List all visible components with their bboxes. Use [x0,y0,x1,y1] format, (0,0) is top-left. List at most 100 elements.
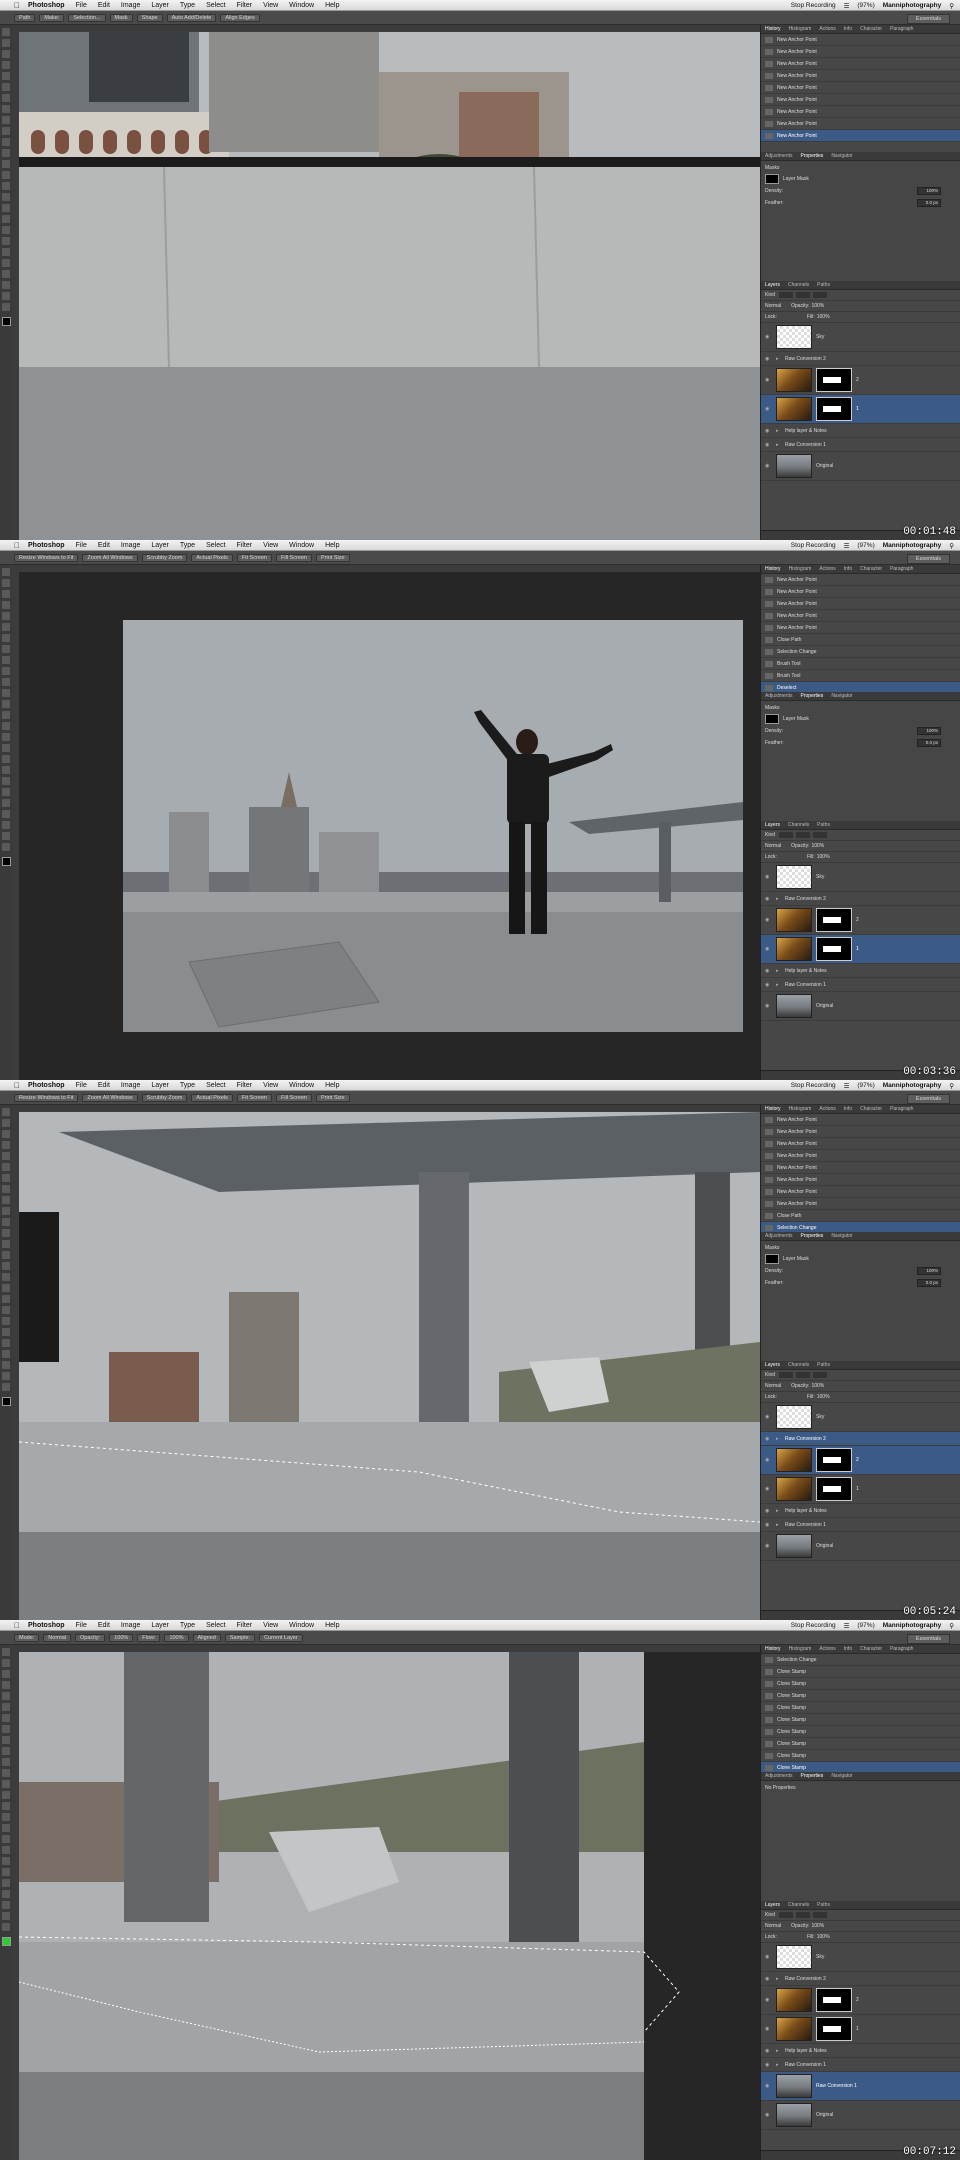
tool-icon[interactable] [2,1141,10,1149]
layer-row[interactable]: ◉ Sky [761,863,960,892]
visibility-eye-icon[interactable]: ◉ [765,1997,771,2003]
density-field[interactable]: 100% [917,187,941,195]
menu-image[interactable]: Image [121,542,140,549]
menu-photoshop[interactable]: Photoshop [28,1622,65,1629]
tool-icon[interactable] [2,248,10,256]
history-step[interactable]: New Anchor Point [761,1174,960,1186]
tool-icon[interactable] [2,1262,10,1270]
tab-actions[interactable]: Actions [819,26,835,32]
tool-icon[interactable] [2,1119,10,1127]
tool-icon[interactable] [2,1163,10,1171]
tool-icon[interactable] [2,700,10,708]
visibility-eye-icon[interactable]: ◉ [765,1436,771,1442]
filter-type-icon[interactable] [813,832,828,838]
recording-status[interactable]: Stop Recording [791,2,836,9]
menu-type[interactable]: Type [180,2,195,9]
layer-row[interactable]: ◉ ▸ Raw Conversion 2 [761,892,960,906]
option-5[interactable]: Fit Screen [236,1093,272,1102]
menu-file[interactable]: File [76,2,87,9]
opacity-value[interactable]: 100% [811,1923,824,1929]
tool-icon[interactable] [2,1339,10,1347]
wifi-icon[interactable]: ☰ [844,2,850,10]
option-4[interactable]: Actual Pixels [191,1093,233,1102]
tool-icon[interactable] [2,1846,10,1854]
tab-histogram[interactable]: Histogram [789,26,812,32]
option-1[interactable]: Mode: [14,1633,40,1642]
menu-layer[interactable]: Layer [151,1082,169,1089]
opacity-value[interactable]: 100% [811,1383,824,1389]
tab-histogram[interactable]: Histogram [789,1646,812,1652]
layer-kind-label[interactable]: Kind [765,832,775,838]
menu-photoshop[interactable]: Photoshop [28,1082,65,1089]
tool-icon[interactable] [2,1879,10,1887]
history-step[interactable]: New Anchor Point [761,130,960,142]
battery-status[interactable]: (97%) [857,1082,874,1089]
tool-icon[interactable] [2,1703,10,1711]
layer-row[interactable]: ◉ ▸ Raw Conversion 2 [761,1432,960,1446]
feather-field[interactable]: 0.0 px [917,199,941,207]
folder-icon[interactable]: ▸ [776,896,782,902]
tab-actions[interactable]: Actions [819,566,835,572]
tool-icon[interactable] [2,1306,10,1314]
filter-type-icon[interactable] [813,1372,828,1378]
visibility-eye-icon[interactable]: ◉ [765,463,771,469]
option-4[interactable]: Actual Pixels [191,553,233,562]
tool-icon[interactable] [2,590,10,598]
tab-histogram[interactable]: Histogram [789,566,812,572]
tab-properties[interactable]: Properties [801,1233,824,1239]
menu-select[interactable]: Select [206,542,225,549]
tab-layers[interactable]: Layers [765,1362,780,1368]
tool-icon[interactable] [2,1791,10,1799]
tool-icon[interactable] [2,1251,10,1259]
menu-select[interactable]: Select [206,2,225,9]
visibility-eye-icon[interactable]: ◉ [765,442,771,448]
tool-icon[interactable] [2,105,10,113]
option-7[interactable]: Aligned [192,1633,221,1642]
visibility-eye-icon[interactable]: ◉ [765,1486,771,1492]
history-step[interactable]: New Anchor Point [761,1114,960,1126]
tool-icon[interactable] [2,1295,10,1303]
tool-icon[interactable] [2,1901,10,1909]
wifi-icon[interactable]: ☰ [844,1082,850,1090]
layer-row[interactable]: ◉ Sky [761,1943,960,1972]
tool-icon[interactable] [2,612,10,620]
option-2[interactable]: Make: [39,13,65,22]
visibility-eye-icon[interactable]: ◉ [765,896,771,902]
menu-photoshop[interactable]: Photoshop [28,2,65,9]
history-step[interactable]: New Anchor Point [761,586,960,598]
tool-icon[interactable] [2,1174,10,1182]
folder-icon[interactable]: ▸ [776,2048,782,2054]
layer-kind-label[interactable]: Kind [765,1372,775,1378]
menu-help[interactable]: Help [325,542,339,549]
tool-icon[interactable] [2,215,10,223]
tool-icon[interactable] [2,1868,10,1876]
menu-file[interactable]: File [76,542,87,549]
option-9[interactable]: Current Layer [259,1633,303,1642]
layer-row[interactable]: ◉ ▸ Help layer & Notes [761,1504,960,1518]
foreground-color-swatch[interactable] [2,1937,11,1946]
mask-icon[interactable] [765,714,779,724]
tab-layers[interactable]: Layers [765,1902,780,1908]
tool-icon[interactable] [2,138,10,146]
history-step[interactable]: Selection Change [761,646,960,658]
visibility-eye-icon[interactable]: ◉ [765,1543,771,1549]
tab-channels[interactable]: Channels [788,1362,809,1368]
tool-icon[interactable] [2,1824,10,1832]
menu-window[interactable]: Window [289,542,314,549]
menu-view[interactable]: View [263,1622,278,1629]
opacity-value[interactable]: 100% [811,303,824,309]
folder-icon[interactable]: ▸ [776,968,782,974]
filter-pixel-icon[interactable] [779,1372,794,1378]
blend-mode-select[interactable]: Normal [765,843,781,849]
visibility-eye-icon[interactable]: ◉ [765,1457,771,1463]
layer-row[interactable]: ◉ ▸ Help layer & Notes [761,964,960,978]
folder-icon[interactable]: ▸ [776,1976,782,1982]
folder-icon[interactable]: ▸ [776,982,782,988]
tool-icon[interactable] [2,1681,10,1689]
history-step[interactable]: Clone Stamp [761,1702,960,1714]
menu-window[interactable]: Window [289,1082,314,1089]
tool-icon[interactable] [2,50,10,58]
history-step[interactable]: New Anchor Point [761,70,960,82]
apple-icon[interactable]:  [14,1621,23,1630]
history-step[interactable]: Clone Stamp [761,1726,960,1738]
